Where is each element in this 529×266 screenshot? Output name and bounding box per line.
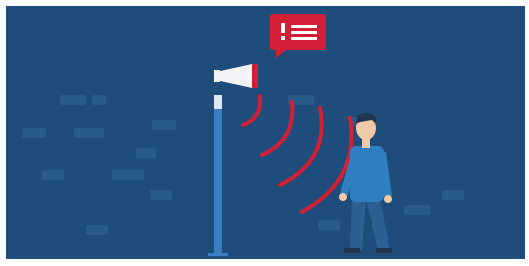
illustration-svg bbox=[0, 0, 529, 266]
illustration-scene bbox=[0, 0, 529, 266]
